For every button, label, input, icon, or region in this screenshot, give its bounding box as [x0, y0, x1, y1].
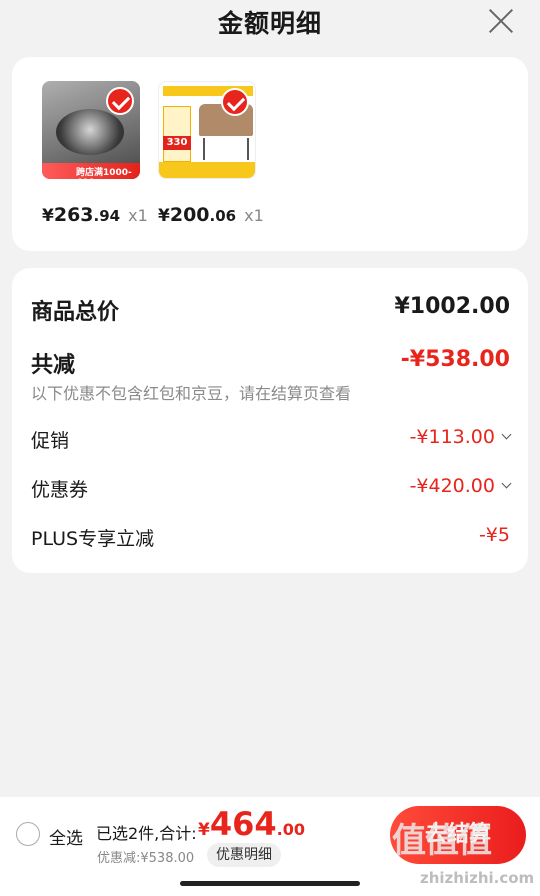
discount-detail-button[interactable]: 优惠明细: [207, 843, 281, 867]
summary-card: 商品总价 ¥1002.00 共减 -¥538.00 以下优惠不包含红包和京豆，请…: [12, 268, 528, 573]
watermark-logo: 值值值: [392, 821, 492, 861]
badge-price: 330: [163, 136, 191, 150]
page-title: 金额明细: [217, 9, 322, 38]
product-item[interactable]: 330 ¥200.06 x1: [158, 81, 264, 226]
checked-icon[interactable]: [106, 87, 134, 115]
product-thumbnail[interactable]: 跨店满1000-400: [42, 81, 140, 179]
products-card: 跨店满1000-400 ¥263.94x1 330 ¥200.06x1: [12, 57, 528, 251]
reduce-label: 共减: [31, 353, 76, 378]
plus-value: -¥5: [478, 524, 510, 546]
discount-note: 以下优惠不包含红包和京豆，请在结算页查看: [31, 384, 352, 403]
coupon-value: -¥420.00: [409, 475, 495, 497]
close-icon[interactable]: [488, 8, 514, 34]
chevron-down-icon[interactable]: [501, 478, 512, 489]
home-indicator[interactable]: [180, 881, 360, 886]
total-value: ¥1002.00: [394, 294, 510, 319]
amount-detail-page: 金额明细 跨店满1000-400 ¥263.94x1 330: [0, 0, 540, 896]
product-price: ¥200.06 x1: [158, 204, 264, 226]
total-price: ¥464.00: [198, 805, 305, 843]
checked-icon[interactable]: [221, 88, 249, 116]
selected-count: 已选2件,合计:: [96, 824, 197, 843]
discount-summary: 优惠减:¥538.00: [97, 851, 195, 866]
product-quantity: x1: [128, 206, 148, 225]
coupon-label: 优惠券: [31, 479, 89, 501]
checkout-bar: 全选 已选2件,合计: ¥464.00 优惠减:¥538.00 优惠明细 去结算…: [0, 797, 540, 896]
chevron-down-icon[interactable]: [501, 429, 512, 440]
promo-value: -¥113.00: [409, 426, 495, 448]
product-thumbnail[interactable]: 330: [158, 81, 256, 179]
stove-image: [56, 109, 124, 155]
reduce-value: -¥538.00: [400, 347, 510, 372]
promo-banner: 跨店满1000-400: [42, 163, 140, 179]
plus-label: PLUS专享立减: [31, 528, 155, 550]
promo-label: 促销: [31, 430, 70, 452]
total-label: 商品总价: [31, 300, 120, 325]
select-all-label[interactable]: 全选: [49, 824, 83, 849]
header: 金额明细: [0, 0, 540, 48]
product-item[interactable]: 跨店满1000-400 ¥263.94x1: [42, 81, 148, 226]
product-price: ¥263.94 x1: [42, 204, 148, 226]
product-quantity: x1: [244, 206, 264, 225]
watermark-url: zhizhizhi.com: [420, 869, 535, 887]
select-all-radio[interactable]: [16, 822, 40, 846]
